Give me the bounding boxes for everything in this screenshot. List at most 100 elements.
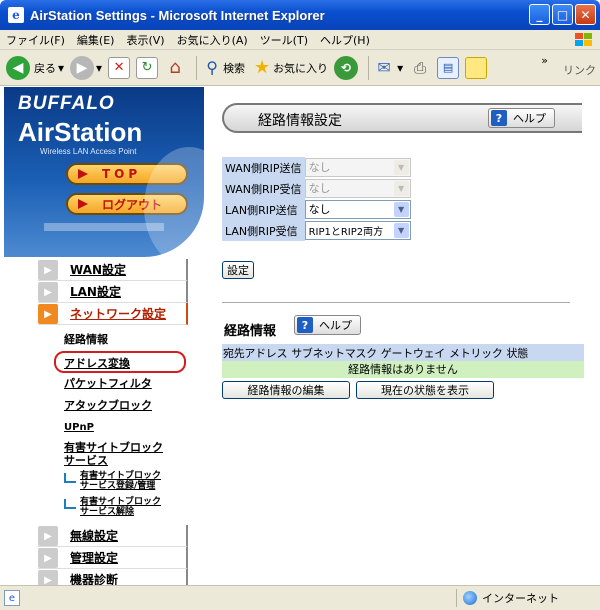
question-icon: ? bbox=[297, 317, 313, 333]
search-button[interactable]: ⚲ 検索 bbox=[201, 57, 245, 79]
sidebar-sub-attack-block[interactable]: アタックブロック bbox=[38, 395, 188, 417]
wan-rip-send-select[interactable]: なし ▼ bbox=[304, 157, 411, 177]
rip-settings-table: WAN側RIP送信 なし ▼ WAN側RIP受信 なし ▼ LAN側RIP送信 なし… bbox=[222, 157, 412, 241]
sidebar-item-lan[interactable]: ▶ LAN設定 bbox=[38, 281, 188, 303]
sidebar-sub-address-translation[interactable]: アドレス変換 bbox=[54, 351, 186, 373]
menu-tools[interactable]: ツール(T) bbox=[254, 32, 314, 48]
arrow-right-icon bbox=[78, 199, 88, 209]
window-title: AirStation Settings - Microsoft Internet… bbox=[30, 7, 325, 23]
security-zone: インターネット bbox=[456, 589, 596, 607]
column-header: 宛先アドレス bbox=[223, 346, 288, 360]
routing-section-title: 経路情報 bbox=[224, 324, 277, 339]
menu-help[interactable]: ヘルプ(H) bbox=[314, 32, 376, 48]
lan-rip-receive-select[interactable]: RIP1とRIP2両方 ▼ bbox=[304, 220, 411, 240]
toolbar-separator bbox=[196, 55, 198, 80]
section-divider bbox=[222, 302, 570, 303]
sidebar-sub-harmful-site-block[interactable]: 有害サイトブロック サービス bbox=[38, 439, 188, 467]
sidebar-sub-label: サービス bbox=[64, 454, 108, 467]
favorites-label: お気に入り bbox=[273, 61, 329, 75]
mail-icon: ✉ bbox=[377, 58, 391, 77]
sidebar-item-network[interactable]: ▶ ネットワーク設定 bbox=[38, 303, 188, 325]
wan-rip-receive-select[interactable]: なし ▼ bbox=[304, 178, 411, 198]
sidebar-sub-label: サービス登録/管理 bbox=[80, 481, 156, 491]
column-header: ゲートウェイ bbox=[380, 346, 446, 360]
table-row: LAN側RIP受信 RIP1とRIP2両方 ▼ bbox=[222, 220, 412, 241]
sidebar-subsub-harmful-registration[interactable]: 有害サイトブロック サービス登録/管理 bbox=[38, 471, 188, 495]
sidebar-sub-upnp[interactable]: UPnP bbox=[38, 417, 188, 439]
lan-rip-send-select[interactable]: なし ▼ bbox=[304, 199, 411, 219]
edit-routing-button[interactable]: 経路情報の編集 bbox=[222, 381, 350, 399]
back-label: 戻る bbox=[34, 61, 56, 75]
sidebar-subsub-harmful-cancel[interactable]: 有害サイトブロック サービス解除 bbox=[38, 497, 188, 521]
table-row: WAN側RIP受信 なし ▼ bbox=[222, 178, 412, 199]
sidebar-item-admin[interactable]: ▶ 管理設定 bbox=[38, 547, 188, 569]
search-icon: ⚲ bbox=[206, 58, 218, 77]
routing-help-button[interactable]: ? ヘルプ bbox=[294, 315, 361, 335]
sidebar-item-label: 無線設定 bbox=[70, 529, 119, 543]
sidebar-item-label: ネットワーク設定 bbox=[70, 307, 167, 321]
window-controls: _ □ ✕ bbox=[529, 4, 596, 25]
favorites-button[interactable]: ★ お気に入り bbox=[251, 57, 328, 79]
back-button[interactable]: ◀ 戻る ▾ bbox=[6, 55, 64, 80]
refresh-button[interactable]: ↻ bbox=[136, 56, 159, 79]
help-button-label: ヘルプ bbox=[319, 319, 352, 332]
menu-view[interactable]: 表示(V) bbox=[120, 32, 170, 48]
menu-edit[interactable]: 編集(E) bbox=[71, 32, 121, 48]
history-button[interactable]: ⟲ bbox=[334, 55, 359, 80]
stop-icon: ✕ bbox=[108, 56, 131, 79]
menu-bar: ファイル(F) 編集(E) 表示(V) お気に入り(A) ツール(T) ヘルプ(… bbox=[0, 30, 600, 50]
toolbar-overflow-icon[interactable]: » bbox=[541, 54, 548, 67]
show-status-button[interactable]: 現在の状態を表示 bbox=[356, 381, 494, 399]
stop-button[interactable]: ✕ bbox=[108, 56, 131, 79]
rip-label: LAN側RIP受信 bbox=[222, 220, 305, 241]
arrow-right-icon: ▶ bbox=[38, 304, 58, 324]
printer-icon: ⎙ bbox=[414, 58, 427, 77]
routing-empty-message: 経路情報はありません bbox=[222, 361, 584, 378]
edit-page-button[interactable]: ▤ bbox=[437, 56, 460, 79]
buffalo-logo: BUFFALO bbox=[18, 93, 115, 114]
menu-favorites[interactable]: お気に入り(A) bbox=[171, 32, 254, 48]
table-row: LAN側RIP送信 なし ▼ bbox=[222, 199, 412, 220]
top-button[interactable]: TOP bbox=[66, 163, 188, 185]
home-icon: ⌂ bbox=[169, 57, 181, 78]
rip-label: WAN側RIP送信 bbox=[222, 157, 305, 178]
home-button[interactable]: ⌂ bbox=[164, 57, 186, 79]
routing-table-header: 宛先アドレス サブネットマスク ゲートウェイ メトリック 状態 bbox=[222, 344, 584, 361]
sidebar-item-label: 機器診断 bbox=[70, 573, 119, 585]
page-icon: e bbox=[4, 590, 20, 606]
browser-toolbar: ◀ 戻る ▾ ▶ ▾ ✕ ↻ ⌂ ⚲ 検索 ★ お気に入り ⟲ ✉ ▾ ⎙ ▤ … bbox=[0, 50, 600, 86]
rip-label: WAN側RIP受信 bbox=[222, 178, 305, 199]
logout-button[interactable]: ログアウト bbox=[66, 193, 188, 215]
toolbar-separator bbox=[368, 55, 370, 80]
arrow-right-icon: ▶ bbox=[38, 548, 58, 568]
sidebar-item-wan[interactable]: ▶ WAN設定 bbox=[38, 259, 188, 281]
search-label: 検索 bbox=[223, 61, 246, 75]
help-button[interactable]: ? ヘルプ bbox=[488, 108, 555, 128]
sidebar: BUFFALO AirStation Wireless LAN Access P… bbox=[4, 87, 204, 585]
arrow-right-icon: ▶ bbox=[38, 526, 58, 546]
windows-logo-icon bbox=[575, 33, 592, 46]
mail-button[interactable]: ✉ ▾ bbox=[373, 57, 403, 79]
main-panel: 経路情報 設定 ? ヘルプ WAN側RIP送信 なし ▼ WAN側RIP受信 なし ▼… bbox=[218, 87, 600, 585]
print-button[interactable]: ⎙ bbox=[409, 57, 431, 79]
edit-icon: ▤ bbox=[437, 56, 460, 79]
minimize-button[interactable]: _ bbox=[529, 4, 550, 25]
sidebar-sub-routing[interactable]: 経路情報 bbox=[38, 329, 188, 351]
logout-button-label: ログアウト bbox=[102, 197, 163, 212]
arrow-right-icon: ▶ bbox=[38, 282, 58, 302]
sidebar-sub-packet-filter[interactable]: パケットフィルタ bbox=[38, 373, 188, 395]
messenger-button[interactable] bbox=[465, 56, 488, 79]
close-button[interactable]: ✕ bbox=[575, 4, 596, 25]
set-button[interactable]: 設定 bbox=[222, 261, 254, 279]
help-button-label: ヘルプ bbox=[513, 112, 546, 125]
sidebar-item-diagnostics[interactable]: ▶ 機器診断 bbox=[38, 569, 188, 585]
window-titlebar: e AirStation Settings - Microsoft Intern… bbox=[0, 0, 600, 30]
rip-label: LAN側RIP送信 bbox=[222, 199, 305, 220]
sidebar-item-wireless[interactable]: ▶ 無線設定 bbox=[38, 525, 188, 547]
links-label[interactable]: リンク bbox=[563, 62, 596, 78]
forward-button[interactable]: ▶ ▾ bbox=[70, 55, 102, 80]
tree-branch-icon bbox=[64, 499, 76, 509]
maximize-button[interactable]: □ bbox=[552, 4, 573, 25]
star-icon: ★ bbox=[253, 57, 271, 78]
menu-file[interactable]: ファイル(F) bbox=[0, 32, 71, 48]
